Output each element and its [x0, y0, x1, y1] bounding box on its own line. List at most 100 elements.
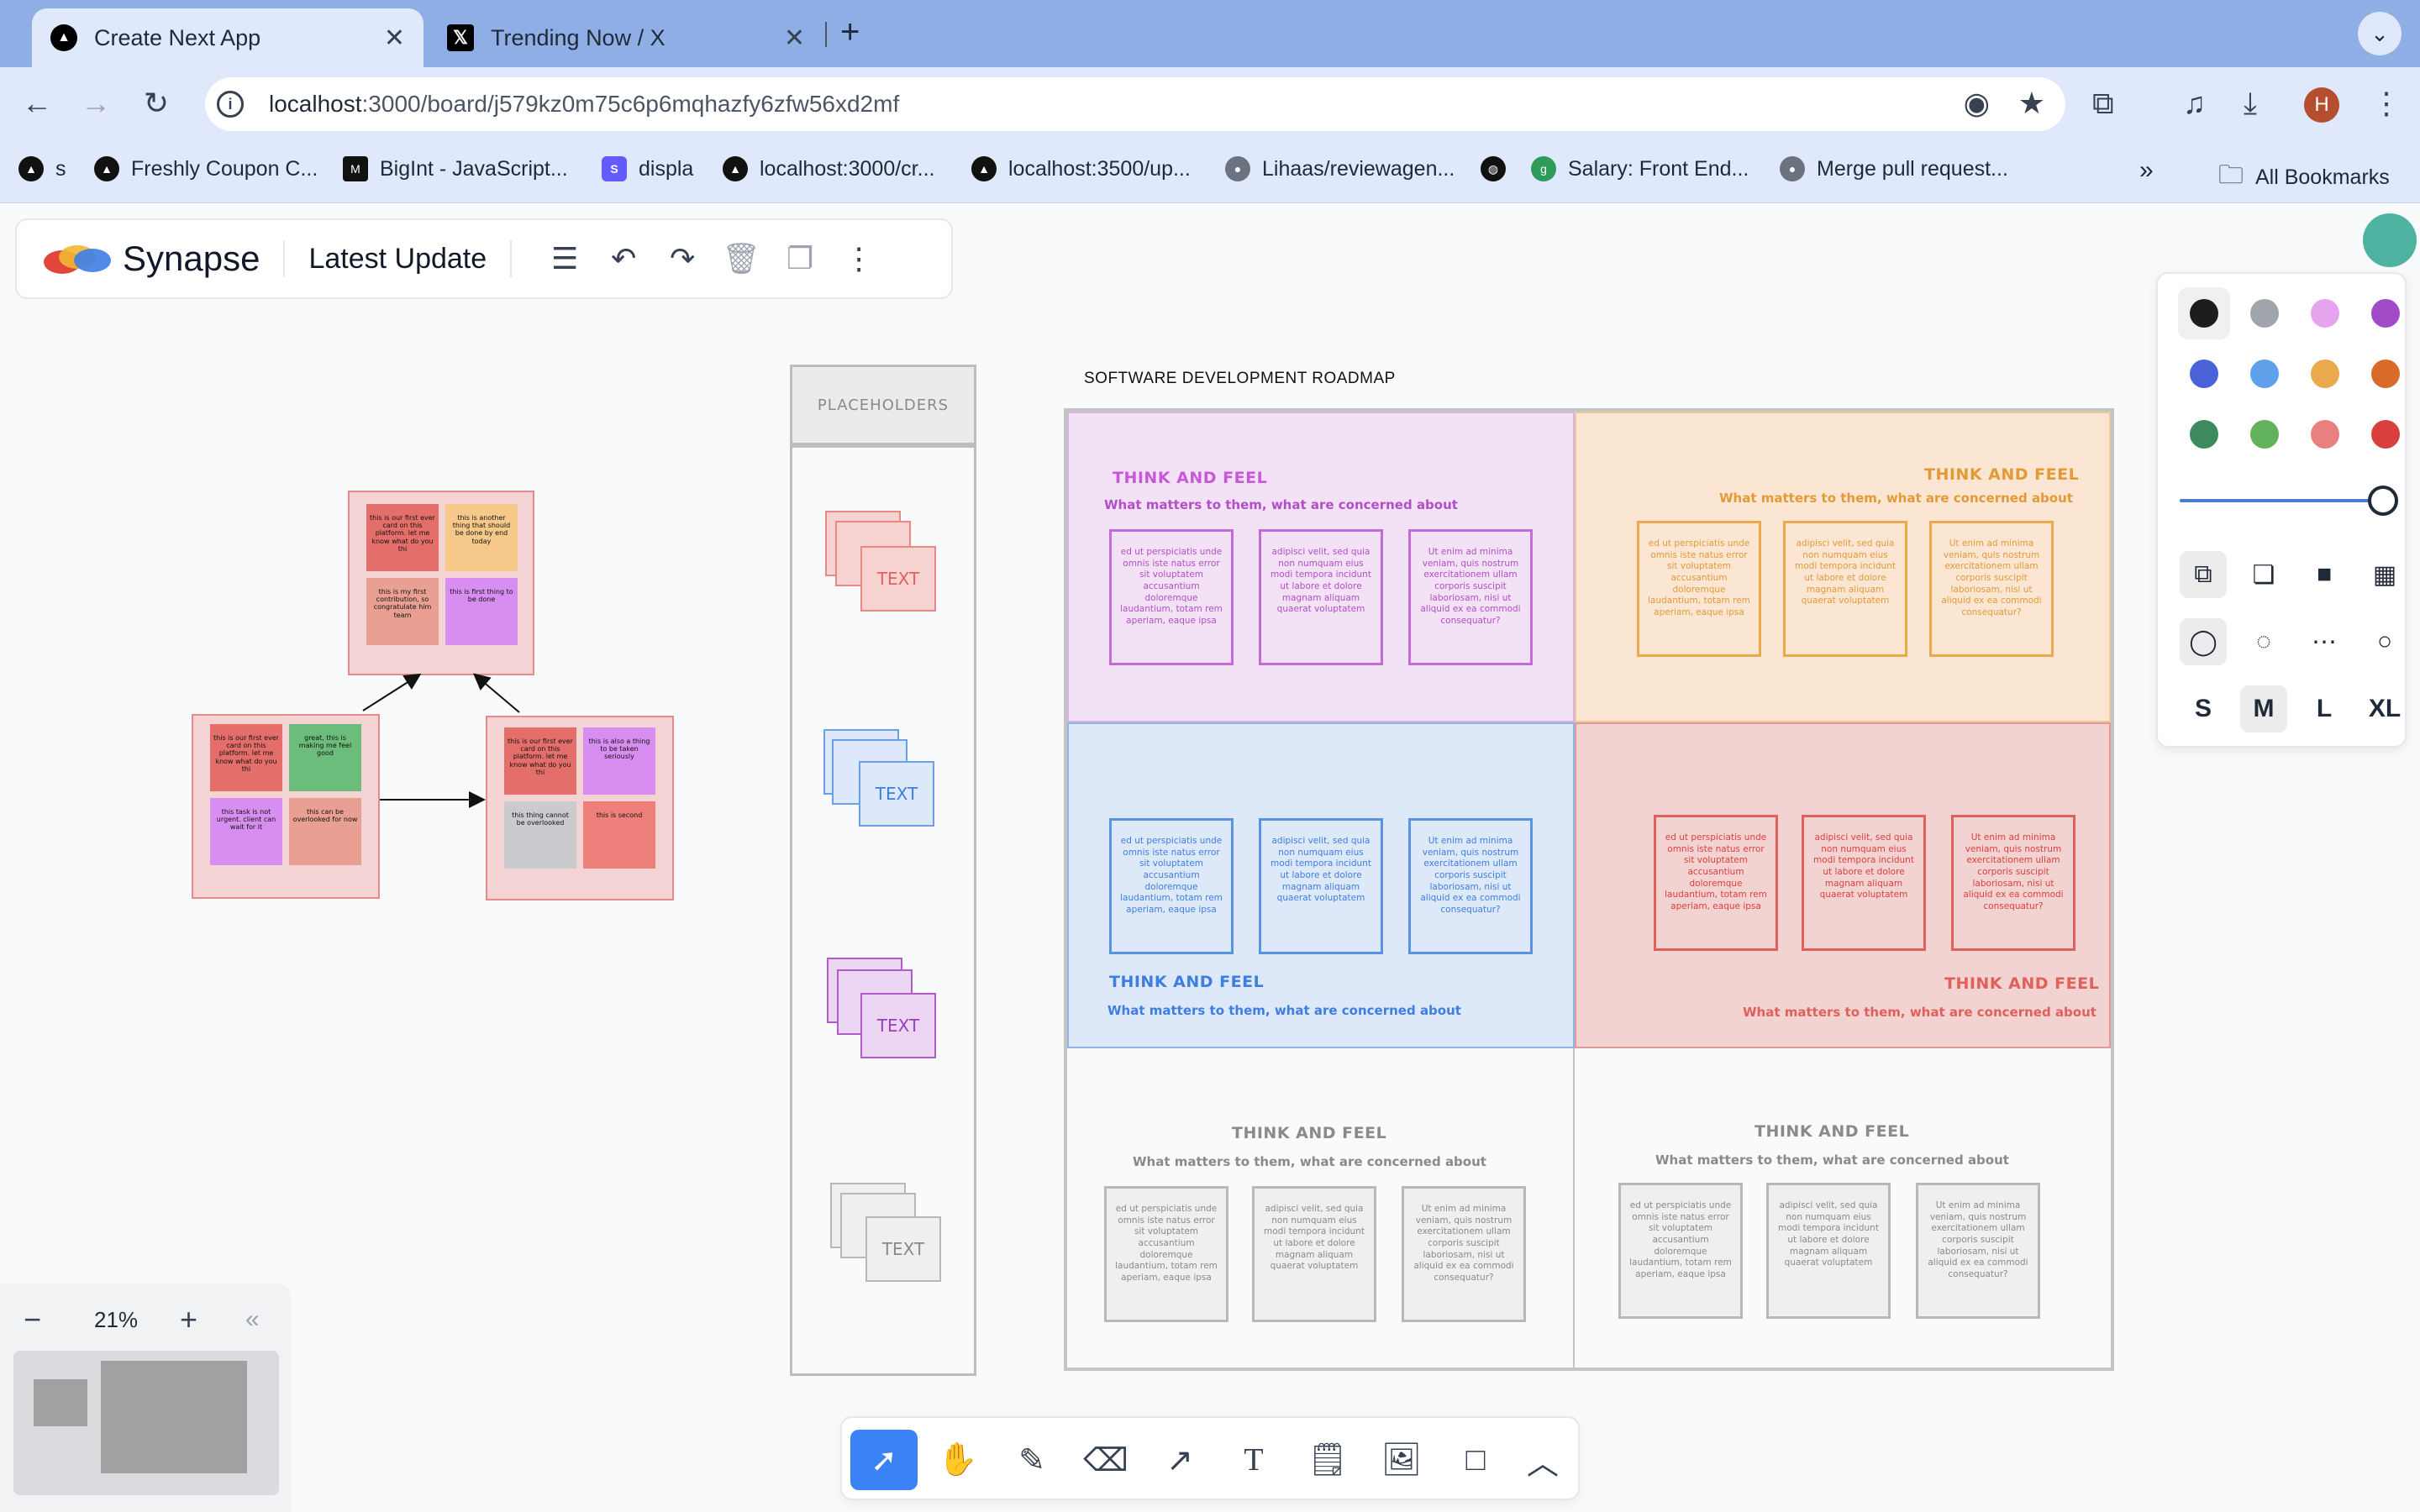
text-card[interactable]: Ut enim ad minima veniam, quis nostrum e…: [1408, 818, 1533, 954]
text-card[interactable]: adipisci velit, sed quia non numquam eiu…: [1252, 1186, 1376, 1322]
extensions-icon[interactable]: ⧉: [2092, 86, 2114, 122]
bookmarks-overflow-icon[interactable]: »: [2139, 156, 2154, 185]
size-xl-button[interactable]: XL: [2361, 685, 2408, 732]
color-swatch-light-violet[interactable]: [2311, 299, 2339, 328]
collapse-minimap-icon[interactable]: «: [245, 1305, 260, 1334]
stroke-solid-icon[interactable]: ○: [2361, 618, 2408, 665]
media-controls-icon[interactable]: ♫: [2183, 86, 2206, 121]
roadmap-frame[interactable]: THINK AND FEEL What matters to them, wha…: [1064, 408, 2114, 1371]
bookmark-item[interactable]: Sdispla: [602, 156, 693, 181]
duplicate-icon[interactable]: ❐: [771, 241, 829, 276]
color-swatch-green[interactable]: [2190, 420, 2218, 449]
zoom-in-icon[interactable]: +: [180, 1302, 197, 1337]
bookmark-item[interactable]: ▲ localhost:3500/up...: [971, 156, 1191, 181]
text-card[interactable]: adipisci velit, sed quia non numquam eiu…: [1259, 529, 1383, 665]
fill-none-icon[interactable]: ⧉: [2180, 551, 2227, 598]
placeholder-text[interactable]: TEXT: [860, 546, 936, 612]
roadmap-cell-grey-left[interactable]: THINK AND FEEL What matters to them, wha…: [1067, 1048, 1575, 1368]
close-tab-icon[interactable]: ✕: [384, 24, 405, 53]
roadmap-cell-red[interactable]: ed ut perspiciatis unde omnis iste natus…: [1575, 722, 2111, 1048]
placeholder-text[interactable]: TEXT: [865, 1216, 941, 1282]
text-card[interactable]: adipisci velit, sed quia non numquam eiu…: [1802, 815, 1926, 951]
text-card[interactable]: adipisci velit, sed quia non numquam eiu…: [1259, 818, 1383, 954]
bookmark-item[interactable]: ● Merge pull request...: [1780, 156, 2008, 181]
back-icon[interactable]: ←: [18, 86, 55, 121]
rectangle-tool-icon[interactable]: □: [1442, 1430, 1509, 1490]
fill-solid-icon[interactable]: ■: [2301, 551, 2348, 598]
tab-create-next-app[interactable]: ▲ Create Next App ✕: [32, 8, 424, 67]
color-swatch-light-red[interactable]: [2311, 420, 2339, 449]
text-card[interactable]: ed ut perspiciatis unde omnis iste natus…: [1637, 521, 1761, 657]
arrow-connector[interactable]: [472, 673, 520, 713]
tab-trending-x[interactable]: 𝕏 Trending Now / X ✕: [429, 8, 823, 67]
eye-icon[interactable]: ◉: [1964, 86, 1990, 121]
roadmap-cell-violet[interactable]: THINK AND FEEL What matters to them, wha…: [1067, 412, 1575, 722]
select-tool-icon[interactable]: ➚: [850, 1430, 918, 1490]
draw-tool-icon[interactable]: ✎: [998, 1430, 1065, 1490]
hand-tool-icon[interactable]: ✋: [924, 1430, 992, 1490]
all-bookmarks[interactable]: 🗀 All Bookmarks: [2218, 156, 2390, 199]
text-card[interactable]: Ut enim ad minima veniam, quis nostrum e…: [1951, 815, 2075, 951]
opacity-slider-track[interactable]: [2180, 499, 2373, 502]
text-card[interactable]: ed ut perspiciatis unde omnis iste natus…: [1109, 818, 1234, 954]
text-card[interactable]: adipisci velit, sed quia non numquam eiu…: [1783, 521, 1907, 657]
opacity-slider-handle[interactable]: [2368, 486, 2398, 516]
placeholders-header[interactable]: PLACEHOLDERS: [790, 365, 976, 445]
color-swatch-grey[interactable]: [2250, 299, 2279, 328]
text-card[interactable]: Ut enim ad minima veniam, quis nostrum e…: [1402, 1186, 1526, 1322]
size-l-button[interactable]: L: [2301, 685, 2348, 732]
forward-icon[interactable]: →: [77, 86, 114, 121]
bookmark-item[interactable]: ● Lihaas/reviewagen...: [1225, 156, 1455, 181]
color-swatch-light-blue[interactable]: [2250, 360, 2279, 388]
tab-search-icon[interactable]: ⌄: [2358, 12, 2402, 55]
more-tools-icon[interactable]: ︿: [1509, 1430, 1576, 1490]
color-swatch-light-green[interactable]: [2250, 420, 2279, 449]
color-swatch-violet[interactable]: [2371, 299, 2400, 328]
stroke-dotted-icon[interactable]: ⋯: [2301, 618, 2348, 665]
text-card[interactable]: Ut enim ad minima veniam, quis nostrum e…: [1929, 521, 2054, 657]
roadmap-title[interactable]: SOFTWARE DEVELOPMENT ROADMAP: [1084, 370, 1396, 388]
text-card[interactable]: ed ut perspiciatis unde omnis iste natus…: [1104, 1186, 1228, 1322]
download-icon[interactable]: ⤓: [2244, 86, 2257, 122]
text-card[interactable]: Ut enim ad minima veniam, quis nostrum e…: [1916, 1183, 2040, 1319]
stroke-draw-icon[interactable]: ◯: [2180, 618, 2227, 665]
note-tool-icon[interactable]: 🗒: [1294, 1430, 1361, 1490]
zoom-out-icon[interactable]: −: [24, 1302, 41, 1337]
roadmap-cell-grey-right[interactable]: THINK AND FEEL What matters to them, wha…: [1575, 1048, 2111, 1368]
color-swatch-black[interactable]: [2178, 287, 2230, 339]
arrow-tool-icon[interactable]: ↗: [1146, 1430, 1213, 1490]
bookmark-item[interactable]: ▲ Freshly Coupon C...: [94, 156, 318, 181]
new-tab-icon[interactable]: +: [840, 13, 860, 51]
size-m-button[interactable]: M: [2240, 685, 2287, 732]
minimap[interactable]: [13, 1351, 279, 1495]
size-s-button[interactable]: S: [2180, 685, 2227, 732]
text-card[interactable]: ed ut perspiciatis unde omnis iste natus…: [1109, 529, 1234, 665]
bookmark-star-icon[interactable]: ★: [2018, 86, 2045, 121]
text-card[interactable]: ed ut perspiciatis unde omnis iste natus…: [1654, 815, 1778, 951]
color-swatch-red[interactable]: [2371, 420, 2400, 449]
bookmark-item[interactable]: ▲ s: [18, 156, 66, 181]
reload-icon[interactable]: ↻: [138, 86, 175, 121]
stroke-dashed-icon[interactable]: ◌: [2240, 618, 2287, 665]
eraser-tool-icon[interactable]: ⌫: [1072, 1430, 1139, 1490]
bookmark-item[interactable]: g Salary: Front End...: [1531, 156, 1749, 181]
text-card[interactable]: Ut enim ad minima veniam, quis nostrum e…: [1408, 529, 1533, 665]
arrow-connector[interactable]: [362, 673, 422, 711]
bookmark-item[interactable]: ▲ localhost:3000/cr...: [723, 156, 934, 181]
text-card[interactable]: ed ut perspiciatis unde omnis iste natus…: [1618, 1183, 1743, 1319]
roadmap-cell-blue[interactable]: ed ut perspiciatis unde omnis iste natus…: [1067, 722, 1575, 1048]
profile-avatar[interactable]: H: [2304, 87, 2339, 123]
address-bar[interactable]: i localhost:3000/board/j579kz0m75c6p6mqh…: [205, 77, 2065, 131]
bookmark-item[interactable]: ◍: [1481, 156, 1518, 181]
image-tool-icon[interactable]: 🖼: [1368, 1430, 1435, 1490]
zoom-level[interactable]: 21%: [94, 1307, 138, 1333]
more-options-icon[interactable]: ⋮: [829, 241, 888, 276]
bookmark-item[interactable]: M BigInt - JavaScript...: [343, 156, 568, 181]
fill-pattern-icon[interactable]: ▦: [2361, 551, 2408, 598]
text-tool-icon[interactable]: T: [1220, 1430, 1287, 1490]
user-avatar[interactable]: [2363, 213, 2417, 267]
text-card[interactable]: adipisci velit, sed quia non numquam eiu…: [1766, 1183, 1891, 1319]
color-swatch-orange[interactable]: [2371, 360, 2400, 388]
url-text[interactable]: localhost:3000/board/j579kz0m75c6p6mqhaz…: [269, 91, 899, 118]
site-info-icon[interactable]: i: [217, 91, 244, 118]
